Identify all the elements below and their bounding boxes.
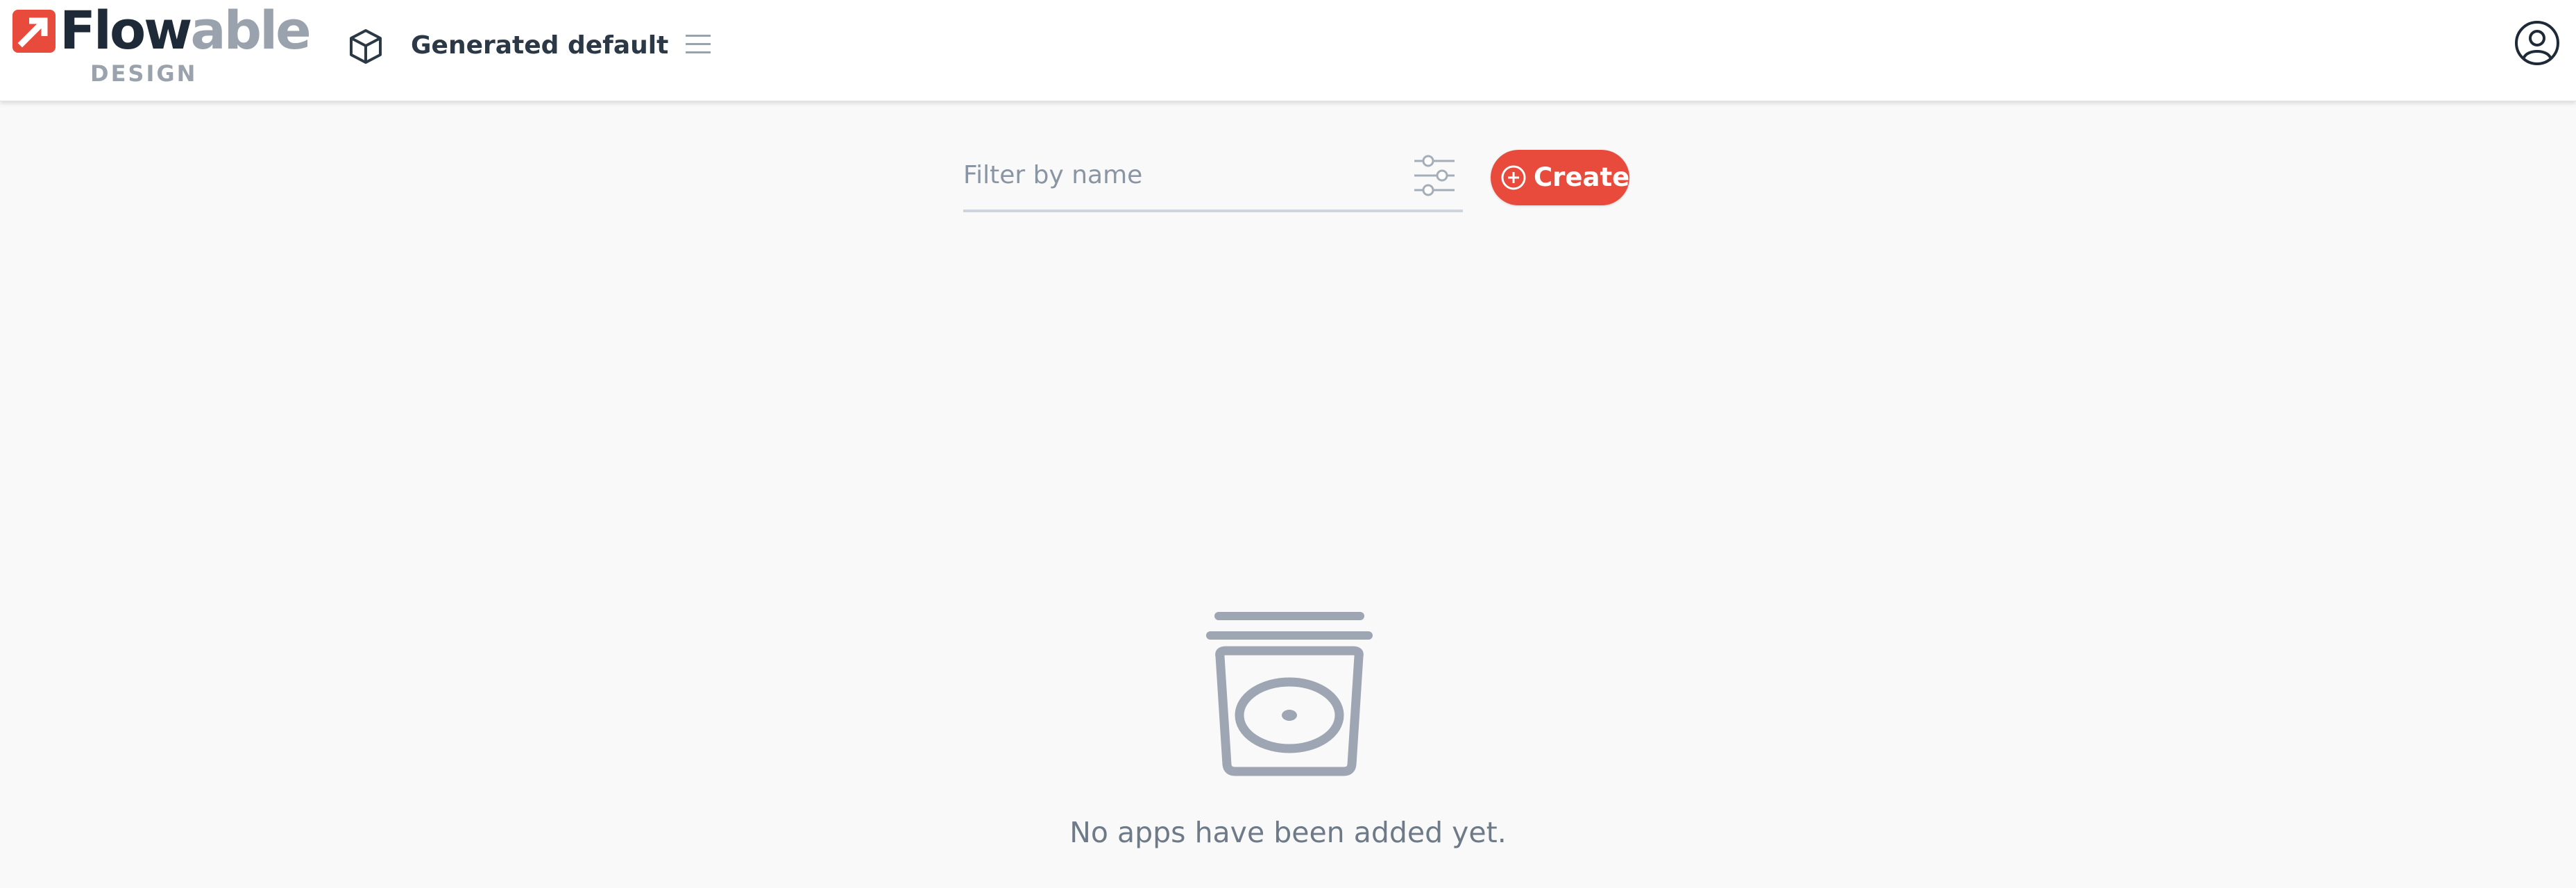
flowable-design-logo[interactable]: Flowable DESIGN	[12, 0, 312, 89]
sliders-icon[interactable]	[1412, 153, 1457, 198]
filter-by-name-input[interactable]	[963, 147, 1393, 203]
logo-wordmark: Flowable	[60, 0, 312, 65]
hamburger-menu-icon[interactable]	[683, 29, 713, 60]
logo-subtitle: DESIGN	[90, 60, 198, 87]
cube-icon	[350, 29, 382, 64]
empty-apps-icon	[1206, 612, 1373, 776]
logo-wordmark-dark: Flow	[60, 0, 192, 61]
logo-wordmark-light: able	[190, 0, 311, 61]
user-account-icon[interactable]	[2514, 19, 2561, 67]
empty-state-message: No apps have been added yet.	[1069, 816, 1507, 849]
top-header: Flowable DESIGN Generated default	[0, 0, 2576, 101]
workspace-name[interactable]: Generated default	[411, 26, 668, 65]
plus-circle-icon	[1501, 165, 1526, 190]
create-button-label: Create	[1534, 162, 1630, 192]
create-button[interactable]: Create	[1491, 150, 1629, 205]
flowable-logo-icon	[12, 10, 56, 53]
filter-field	[963, 147, 1463, 212]
